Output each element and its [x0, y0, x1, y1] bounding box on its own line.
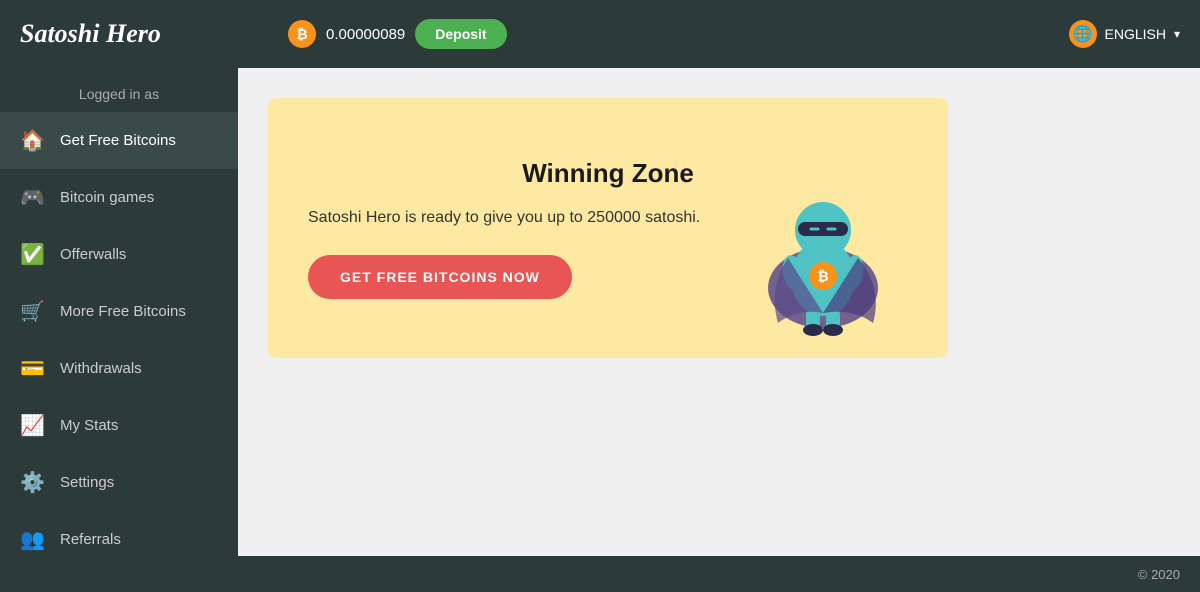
sidebar-item-label: My Stats [60, 417, 118, 434]
footer: © 2020 [0, 556, 1200, 592]
logo: Satoshi Hero [20, 19, 258, 49]
wallet-icon: 💳 [20, 356, 44, 381]
sidebar-item-label: Withdrawals [60, 360, 142, 377]
logged-in-label: Logged in as [0, 68, 238, 112]
sidebar-item-settings[interactable]: ⚙️ Settings [0, 454, 238, 511]
get-free-bitcoins-button[interactable]: GET FREE BITCOINS NOW [308, 255, 572, 299]
copyright-text: © 2020 [1138, 567, 1180, 582]
header: Satoshi Hero ₿ 0.00000089 Deposit 🌐 ENGL… [0, 0, 1200, 68]
offerwalls-icon: ✅ [20, 242, 44, 267]
sidebar-item-withdrawals[interactable]: 💳 Withdrawals [0, 340, 238, 397]
sidebar: Logged in as 🏠 Get Free Bitcoins 🎮 Bitco… [0, 68, 238, 592]
sidebar-item-more-free-bitcoins[interactable]: 🛒 More Free Bitcoins [0, 283, 238, 340]
language-label: ENGLISH [1105, 26, 1166, 42]
layout: Logged in as 🏠 Get Free Bitcoins 🎮 Bitco… [0, 68, 1200, 592]
bitcoin-icon: ₿ [288, 20, 316, 48]
settings-icon: ⚙️ [20, 470, 44, 495]
sidebar-item-label: Get Free Bitcoins [60, 132, 176, 149]
globe-icon: 🌐 [1069, 20, 1097, 48]
chevron-down-icon: ▾ [1174, 27, 1180, 41]
sidebar-item-offerwalls[interactable]: ✅ Offerwalls [0, 226, 238, 283]
sidebar-item-label: Referrals [60, 531, 121, 548]
balance-amount: 0.00000089 [326, 26, 405, 43]
main-content: Winning Zone Satoshi Hero is ready to gi… [238, 68, 1200, 592]
sidebar-item-my-stats[interactable]: 📈 My Stats [0, 397, 238, 454]
stats-icon: 📈 [20, 413, 44, 438]
referrals-icon: 👥 [20, 527, 44, 552]
sidebar-item-bitcoin-games[interactable]: 🎮 Bitcoin games [0, 169, 238, 226]
svg-text:₿: ₿ [817, 268, 828, 284]
sidebar-item-label: More Free Bitcoins [60, 303, 186, 320]
cart-icon: 🛒 [20, 299, 44, 324]
sidebar-item-label: Offerwalls [60, 246, 126, 263]
sidebar-item-label: Bitcoin games [60, 189, 154, 206]
games-icon: 🎮 [20, 185, 44, 210]
header-balance: ₿ 0.00000089 Deposit [288, 19, 507, 49]
language-selector[interactable]: 🌐 ENGLISH ▾ [1069, 20, 1181, 48]
winning-zone-card: Winning Zone Satoshi Hero is ready to gi… [268, 98, 948, 358]
home-icon: 🏠 [20, 128, 44, 153]
deposit-button[interactable]: Deposit [415, 19, 506, 49]
sidebar-item-label: Settings [60, 474, 114, 491]
sidebar-item-get-free-bitcoins[interactable]: 🏠 Get Free Bitcoins [0, 112, 238, 169]
hero-character: ₿ [758, 158, 888, 338]
